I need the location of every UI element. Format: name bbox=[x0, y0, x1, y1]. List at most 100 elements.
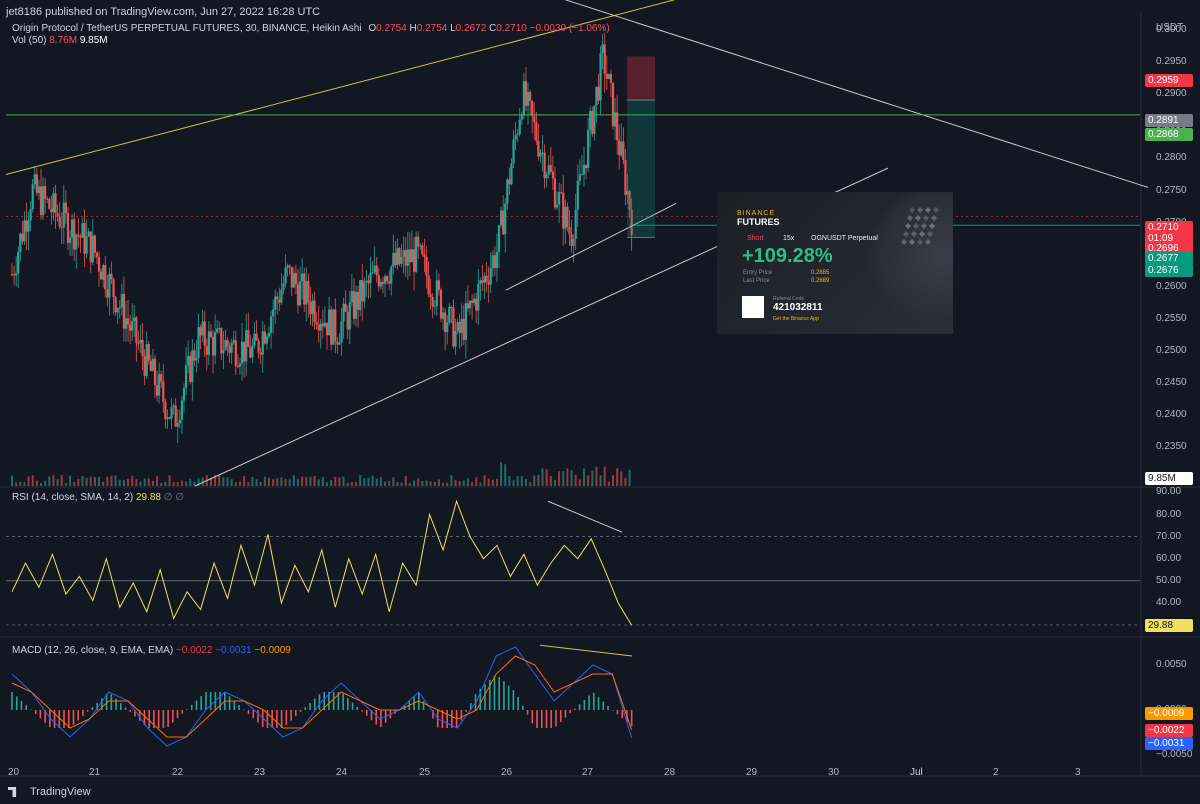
candle-body bbox=[415, 236, 418, 272]
volume-bar bbox=[218, 475, 221, 486]
candle-body bbox=[162, 381, 165, 402]
macd-histogram-bar bbox=[157, 710, 160, 728]
candle-body bbox=[518, 119, 521, 134]
candle-body bbox=[193, 350, 196, 361]
candle-body bbox=[539, 152, 542, 157]
candle-body bbox=[216, 328, 219, 333]
macd-histogram-bar bbox=[205, 692, 207, 710]
price-label: 0.2891 bbox=[1145, 114, 1193, 127]
macd-histogram-bar bbox=[503, 681, 505, 710]
candle-body bbox=[77, 234, 80, 237]
publisher-header: jet8186 published on TradingView.com, Ju… bbox=[6, 6, 320, 18]
candle-body bbox=[139, 340, 142, 344]
volume-bar bbox=[180, 480, 183, 486]
candle-body bbox=[294, 273, 298, 285]
candle-body bbox=[578, 174, 581, 181]
volume-bar bbox=[143, 478, 146, 486]
candle-body bbox=[222, 349, 225, 354]
volume-bar bbox=[558, 471, 561, 486]
candle-body bbox=[439, 289, 443, 319]
candle-body bbox=[448, 306, 451, 323]
candle-body bbox=[15, 273, 18, 276]
candle-body bbox=[81, 223, 84, 238]
candle-body bbox=[187, 355, 190, 366]
candle-body bbox=[549, 165, 552, 172]
macd-histogram-bar bbox=[86, 710, 89, 712]
chart-canvas[interactable] bbox=[0, 0, 1200, 804]
candle-body bbox=[512, 139, 515, 164]
diamond-shape bbox=[901, 239, 907, 245]
volume-bar bbox=[164, 481, 167, 486]
rsi-tick: 50.00 bbox=[1156, 574, 1182, 586]
h-value: 0.2754 bbox=[416, 23, 448, 34]
macd-histogram-bar bbox=[375, 710, 378, 725]
time-tick: 22 bbox=[172, 767, 184, 778]
candle-body bbox=[464, 303, 467, 340]
volume-bar bbox=[396, 482, 399, 486]
price-label: 0.2868 bbox=[1145, 128, 1193, 141]
volume-bar bbox=[301, 476, 304, 486]
volume-bar bbox=[533, 475, 536, 486]
diamond-shape bbox=[933, 207, 939, 213]
volume-bar bbox=[504, 464, 507, 486]
candle-body bbox=[531, 100, 534, 117]
candle-body bbox=[508, 179, 511, 185]
diamond-shape bbox=[925, 239, 931, 245]
candle-body bbox=[475, 298, 478, 311]
candle-body bbox=[332, 309, 335, 345]
volume-bar bbox=[234, 482, 237, 486]
volume-bar bbox=[280, 477, 283, 486]
diamond-shape bbox=[929, 223, 935, 229]
macd-histogram-bar bbox=[356, 706, 359, 710]
volume-bar bbox=[404, 476, 407, 486]
macd-histogram-bar bbox=[493, 675, 496, 710]
candle-body bbox=[182, 387, 186, 401]
candle-body bbox=[220, 328, 223, 354]
macd-histogram-bar bbox=[176, 710, 179, 719]
time-tick: 27 bbox=[582, 767, 594, 778]
candle-body bbox=[396, 248, 399, 266]
macd-label[interactable]: MACD (12, 26, close, 9, EMA, EMA) bbox=[12, 645, 173, 656]
candle-body bbox=[213, 332, 217, 356]
macd-histogram-bar bbox=[39, 710, 42, 719]
macd-histogram-bar bbox=[536, 710, 538, 728]
diamond-shape bbox=[903, 231, 909, 237]
candle-body bbox=[44, 186, 47, 199]
macd-histogram-bar bbox=[124, 707, 127, 710]
symbol-title[interactable]: Origin Protocol / TetherUS PERPETUAL FUT… bbox=[12, 23, 362, 34]
diamond-shape bbox=[905, 223, 911, 229]
volume-bar bbox=[516, 476, 519, 486]
candle-body bbox=[587, 129, 590, 169]
macd-histogram-bar bbox=[583, 699, 586, 710]
candle-body bbox=[180, 400, 184, 420]
vol-label[interactable]: Vol (50) bbox=[12, 35, 46, 46]
tradingview-brand[interactable]: TradingView bbox=[30, 786, 91, 798]
o-value: 0.2754 bbox=[376, 23, 407, 34]
candle-body bbox=[410, 249, 414, 263]
volume-bar bbox=[172, 482, 175, 486]
rsi-label[interactable]: RSI (14, close, SMA, 14, 2) bbox=[12, 492, 133, 503]
volume-bar bbox=[500, 462, 503, 486]
volume-bar bbox=[56, 479, 59, 486]
volume-bar bbox=[429, 481, 432, 486]
rsi-tick: 60.00 bbox=[1156, 552, 1182, 564]
volume-bar bbox=[508, 476, 511, 486]
volume-bar bbox=[495, 478, 498, 486]
volume-bar bbox=[466, 478, 469, 486]
candle-body bbox=[50, 208, 53, 213]
c-value: 0.2710 bbox=[496, 23, 527, 34]
candle-body bbox=[589, 110, 592, 130]
volume-bar bbox=[529, 482, 532, 486]
candle-body bbox=[601, 44, 604, 54]
candle-body bbox=[618, 140, 621, 156]
volume-bar bbox=[628, 469, 631, 486]
time-tick: 23 bbox=[254, 767, 266, 778]
volume-bar bbox=[156, 476, 159, 486]
candle-body bbox=[54, 193, 57, 213]
volume-bar bbox=[230, 479, 233, 486]
volume-bar bbox=[114, 475, 117, 486]
volume-bar bbox=[620, 471, 623, 486]
volume-bar bbox=[31, 475, 34, 486]
macd-histogram-bar bbox=[280, 710, 283, 728]
price-label: 0.2676 bbox=[1145, 264, 1193, 277]
